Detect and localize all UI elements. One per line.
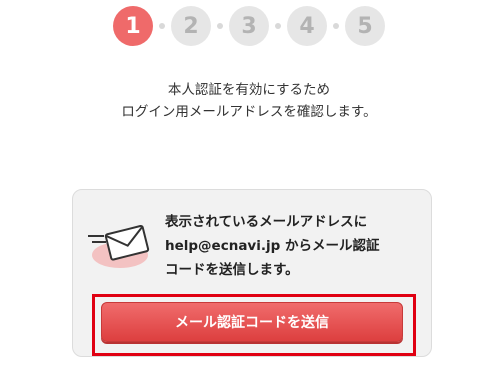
- step-2: 2: [171, 6, 211, 46]
- intro-text: 本人認証を有効にするため ログイン用メールアドレスを確認します。: [0, 79, 498, 123]
- send-verification-code-button[interactable]: メール認証コードを送信: [101, 302, 403, 342]
- step-separator: [275, 23, 281, 29]
- page: 1 2 3 4 5 本人認証を有効にするため ログイン用メールアドレスを確認しま…: [0, 0, 498, 377]
- message-line-3: コードを送信します。: [165, 262, 299, 278]
- step-1: 1: [113, 6, 153, 46]
- message-line-1: 表示されているメールアドレスに: [165, 214, 368, 230]
- verification-message: 表示されているメールアドレスに help@ecnavi.jp からメール認証 コ…: [165, 210, 427, 282]
- step-3: 3: [229, 6, 269, 46]
- envelope-icon: [86, 218, 154, 272]
- step-5: 5: [345, 6, 385, 46]
- step-separator: [159, 23, 165, 29]
- step-separator: [217, 23, 223, 29]
- step-indicator: 1 2 3 4 5: [0, 6, 498, 46]
- step-4: 4: [287, 6, 327, 46]
- intro-line-2: ログイン用メールアドレスを確認します。: [121, 104, 377, 120]
- step-separator: [333, 23, 339, 29]
- message-line-2: help@ecnavi.jp からメール認証: [165, 238, 380, 254]
- intro-line-1: 本人認証を有効にするため: [167, 82, 331, 98]
